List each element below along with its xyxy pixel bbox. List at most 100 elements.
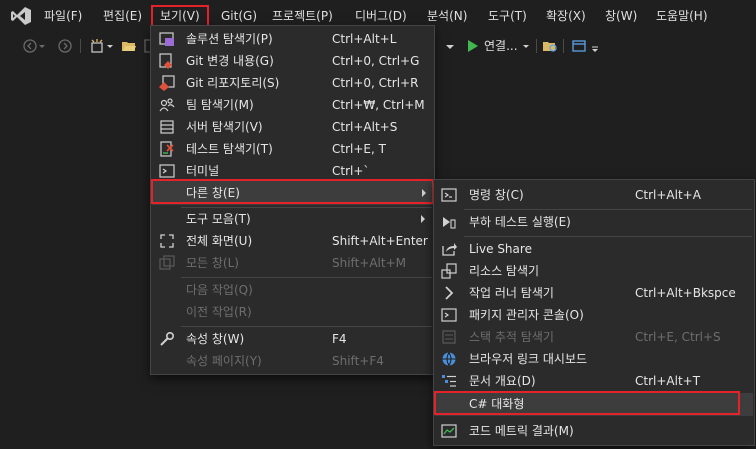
solution-explorer-icon bbox=[159, 32, 174, 46]
menu-item-label: 작업 러너 탐색기 bbox=[469, 286, 554, 300]
menu-item-other-windows[interactable]: 다른 창(E) bbox=[152, 181, 433, 205]
menu-item-terminal[interactable]: 터미널 Ctrl+` bbox=[151, 160, 434, 182]
menu-item-shortcut: Ctrl+₩, Ctrl+M bbox=[332, 98, 425, 112]
team-explorer-icon bbox=[159, 98, 175, 112]
menu-item-label: 솔루션 탐색기(P) bbox=[186, 32, 273, 46]
menu-item-label: 문서 개요(D) bbox=[469, 374, 536, 388]
menu-item-label: 리소스 탐색기 bbox=[469, 264, 540, 278]
toolbar-overflow-icon[interactable] bbox=[591, 38, 599, 54]
menu-item-shortcut: Shift+Alt+Enter bbox=[332, 234, 428, 248]
menu-edit[interactable]: 편집(E) bbox=[103, 8, 142, 24]
menu-window[interactable]: 창(W) bbox=[605, 8, 637, 24]
menu-item-toolbars[interactable]: 도구 모음(T) bbox=[151, 208, 434, 230]
menu-item-label: Git 변경 내용(G) bbox=[186, 54, 274, 68]
forward-icon[interactable] bbox=[57, 38, 73, 54]
menu-item-load-test[interactable]: 부하 테스트 실행(E) bbox=[434, 211, 754, 233]
menu-item-shortcut: Ctrl+` bbox=[332, 164, 370, 178]
menu-tools[interactable]: 도구(T) bbox=[488, 8, 527, 24]
menu-item-label: 서버 탐색기(V) bbox=[186, 120, 263, 134]
other-windows-submenu: 명령 창(C) Ctrl+Alt+A 부하 테스트 실행(E) Live Sha… bbox=[433, 179, 755, 446]
menu-item-browser-link[interactable]: 브라우저 링크 대시보드 bbox=[434, 348, 754, 370]
menu-item-shortcut: Shift+F4 bbox=[332, 354, 384, 368]
menu-item-label: 다른 창(E) bbox=[186, 186, 240, 200]
menu-item-command-window[interactable]: 명령 창(C) Ctrl+Alt+A bbox=[434, 184, 754, 206]
browser-link-icon bbox=[442, 352, 456, 366]
menu-item-label: 브라우저 링크 대시보드 bbox=[469, 352, 588, 366]
menu-project[interactable]: 프로젝트(P) bbox=[272, 8, 333, 24]
menu-item-label: 속성 창(W) bbox=[186, 332, 245, 346]
menu-item-code-metrics[interactable]: 코드 메트릭 결과(M) bbox=[434, 420, 754, 442]
menu-item-properties-window[interactable]: 속성 창(W) F4 bbox=[151, 328, 434, 350]
menu-item-shortcut: Ctrl+Alt+A bbox=[635, 188, 701, 202]
run-icon[interactable] bbox=[465, 38, 481, 54]
menu-debug[interactable]: 디버그(D) bbox=[355, 8, 407, 24]
menu-item-shortcut: Ctrl+0, Ctrl+G bbox=[332, 54, 420, 68]
menu-item-git-changes[interactable]: Git 변경 내용(G) Ctrl+0, Ctrl+G bbox=[151, 50, 434, 72]
menu-file[interactable]: 파일(F) bbox=[44, 8, 82, 24]
menu-item-csharp-interactive[interactable]: C# 대화형 bbox=[435, 393, 753, 416]
visual-studio-logo-icon[interactable] bbox=[10, 6, 32, 26]
menu-item-git-repository[interactable]: Git 리포지토리(S) Ctrl+0, Ctrl+R bbox=[151, 72, 434, 94]
open-folder-icon[interactable] bbox=[121, 38, 137, 54]
menu-separator bbox=[181, 277, 432, 278]
menu-item-server-explorer[interactable]: 서버 탐색기(V) Ctrl+Alt+S bbox=[151, 116, 434, 138]
menu-item-property-pages: 속성 페이지(Y) Shift+F4 bbox=[151, 350, 434, 372]
stack-trace-icon bbox=[442, 330, 456, 344]
menu-item-shortcut: Ctrl+Alt+L bbox=[332, 32, 397, 46]
menu-separator bbox=[181, 326, 432, 327]
submenu-arrow-icon bbox=[421, 215, 425, 223]
view-menu: 솔루션 탐색기(P) Ctrl+Alt+L Git 변경 내용(G) Ctrl+… bbox=[150, 25, 435, 375]
menu-item-label: 다음 작업(Q) bbox=[186, 283, 253, 297]
menu-separator bbox=[464, 236, 752, 237]
menu-item-label: 전체 화면(U) bbox=[186, 234, 253, 248]
new-project-dropdown-icon[interactable] bbox=[106, 38, 114, 54]
config-dropdown-icon[interactable] bbox=[445, 38, 455, 54]
menu-item-solution-explorer[interactable]: 솔루션 탐색기(P) Ctrl+Alt+L bbox=[151, 28, 434, 50]
menu-view[interactable]: 보기(V) bbox=[160, 8, 200, 24]
code-metrics-icon bbox=[441, 424, 457, 438]
menu-item-label: 이전 작업(R) bbox=[186, 305, 252, 319]
connect-button[interactable]: 연결... bbox=[484, 38, 518, 54]
menu-help[interactable]: 도움말(H) bbox=[656, 8, 708, 24]
all-windows-icon bbox=[159, 255, 175, 270]
test-explorer-icon bbox=[160, 141, 174, 157]
menu-git[interactable]: Git(G) bbox=[221, 8, 257, 24]
menu-item-shortcut: Ctrl+E, T bbox=[332, 142, 386, 156]
toolbar-separator bbox=[80, 39, 81, 53]
new-project-icon[interactable] bbox=[89, 38, 105, 54]
package-console-icon bbox=[441, 308, 457, 322]
menu-item-label: 패키지 관리자 콘솔(O) bbox=[469, 308, 584, 322]
menu-item-shortcut: Ctrl+E, Ctrl+S bbox=[635, 330, 721, 344]
menu-item-label: Live Share bbox=[469, 242, 532, 256]
menu-item-team-explorer[interactable]: 팀 탐색기(M) Ctrl+₩, Ctrl+M bbox=[151, 94, 434, 116]
menu-item-test-explorer[interactable]: 테스트 탐색기(T) Ctrl+E, T bbox=[151, 138, 434, 160]
back-icon[interactable] bbox=[22, 38, 38, 54]
menu-item-full-screen[interactable]: 전체 화면(U) Shift+Alt+Enter bbox=[151, 230, 434, 252]
menu-item-previous-task: 이전 작업(R) bbox=[151, 301, 434, 323]
find-in-files-icon[interactable] bbox=[542, 38, 558, 54]
menu-item-label: 터미널 bbox=[186, 164, 220, 178]
menu-item-document-outline[interactable]: 문서 개요(D) Ctrl+Alt+T bbox=[434, 370, 754, 392]
menu-item-live-share[interactable]: Live Share bbox=[434, 238, 754, 260]
menu-separator bbox=[464, 209, 752, 210]
menu-item-label: 코드 메트릭 결과(M) bbox=[469, 424, 574, 438]
back-dropdown-icon[interactable] bbox=[38, 38, 46, 54]
server-explorer-icon bbox=[160, 120, 174, 134]
submenu-arrow-icon bbox=[422, 189, 426, 197]
menu-item-package-console[interactable]: 패키지 관리자 콘솔(O) bbox=[434, 304, 754, 326]
toolbar-separator bbox=[536, 39, 537, 53]
menu-item-label: 스택 추적 탐색기 bbox=[469, 330, 554, 344]
menu-analyze[interactable]: 분석(N) bbox=[427, 8, 467, 24]
menu-item-label: 모든 창(L) bbox=[186, 256, 239, 270]
menu-extensions[interactable]: 확장(X) bbox=[546, 8, 586, 24]
menu-item-shortcut: Ctrl+Alt+T bbox=[635, 374, 701, 388]
window-layout-icon[interactable] bbox=[571, 38, 587, 54]
menu-item-shortcut: Shift+Alt+M bbox=[332, 256, 406, 270]
menu-item-label: 테스트 탐색기(T) bbox=[186, 142, 273, 156]
menu-item-shortcut: Ctrl+Alt+Bkspce bbox=[635, 286, 736, 300]
live-share-icon bbox=[442, 243, 457, 256]
menu-item-resource-explorer[interactable]: 리소스 탐색기 bbox=[434, 260, 754, 282]
menu-item-stack-trace: 스택 추적 탐색기 Ctrl+E, Ctrl+S bbox=[434, 326, 754, 348]
menu-item-task-runner[interactable]: 작업 러너 탐색기 Ctrl+Alt+Bkspce bbox=[434, 282, 754, 304]
connect-dropdown-icon[interactable] bbox=[522, 38, 530, 54]
